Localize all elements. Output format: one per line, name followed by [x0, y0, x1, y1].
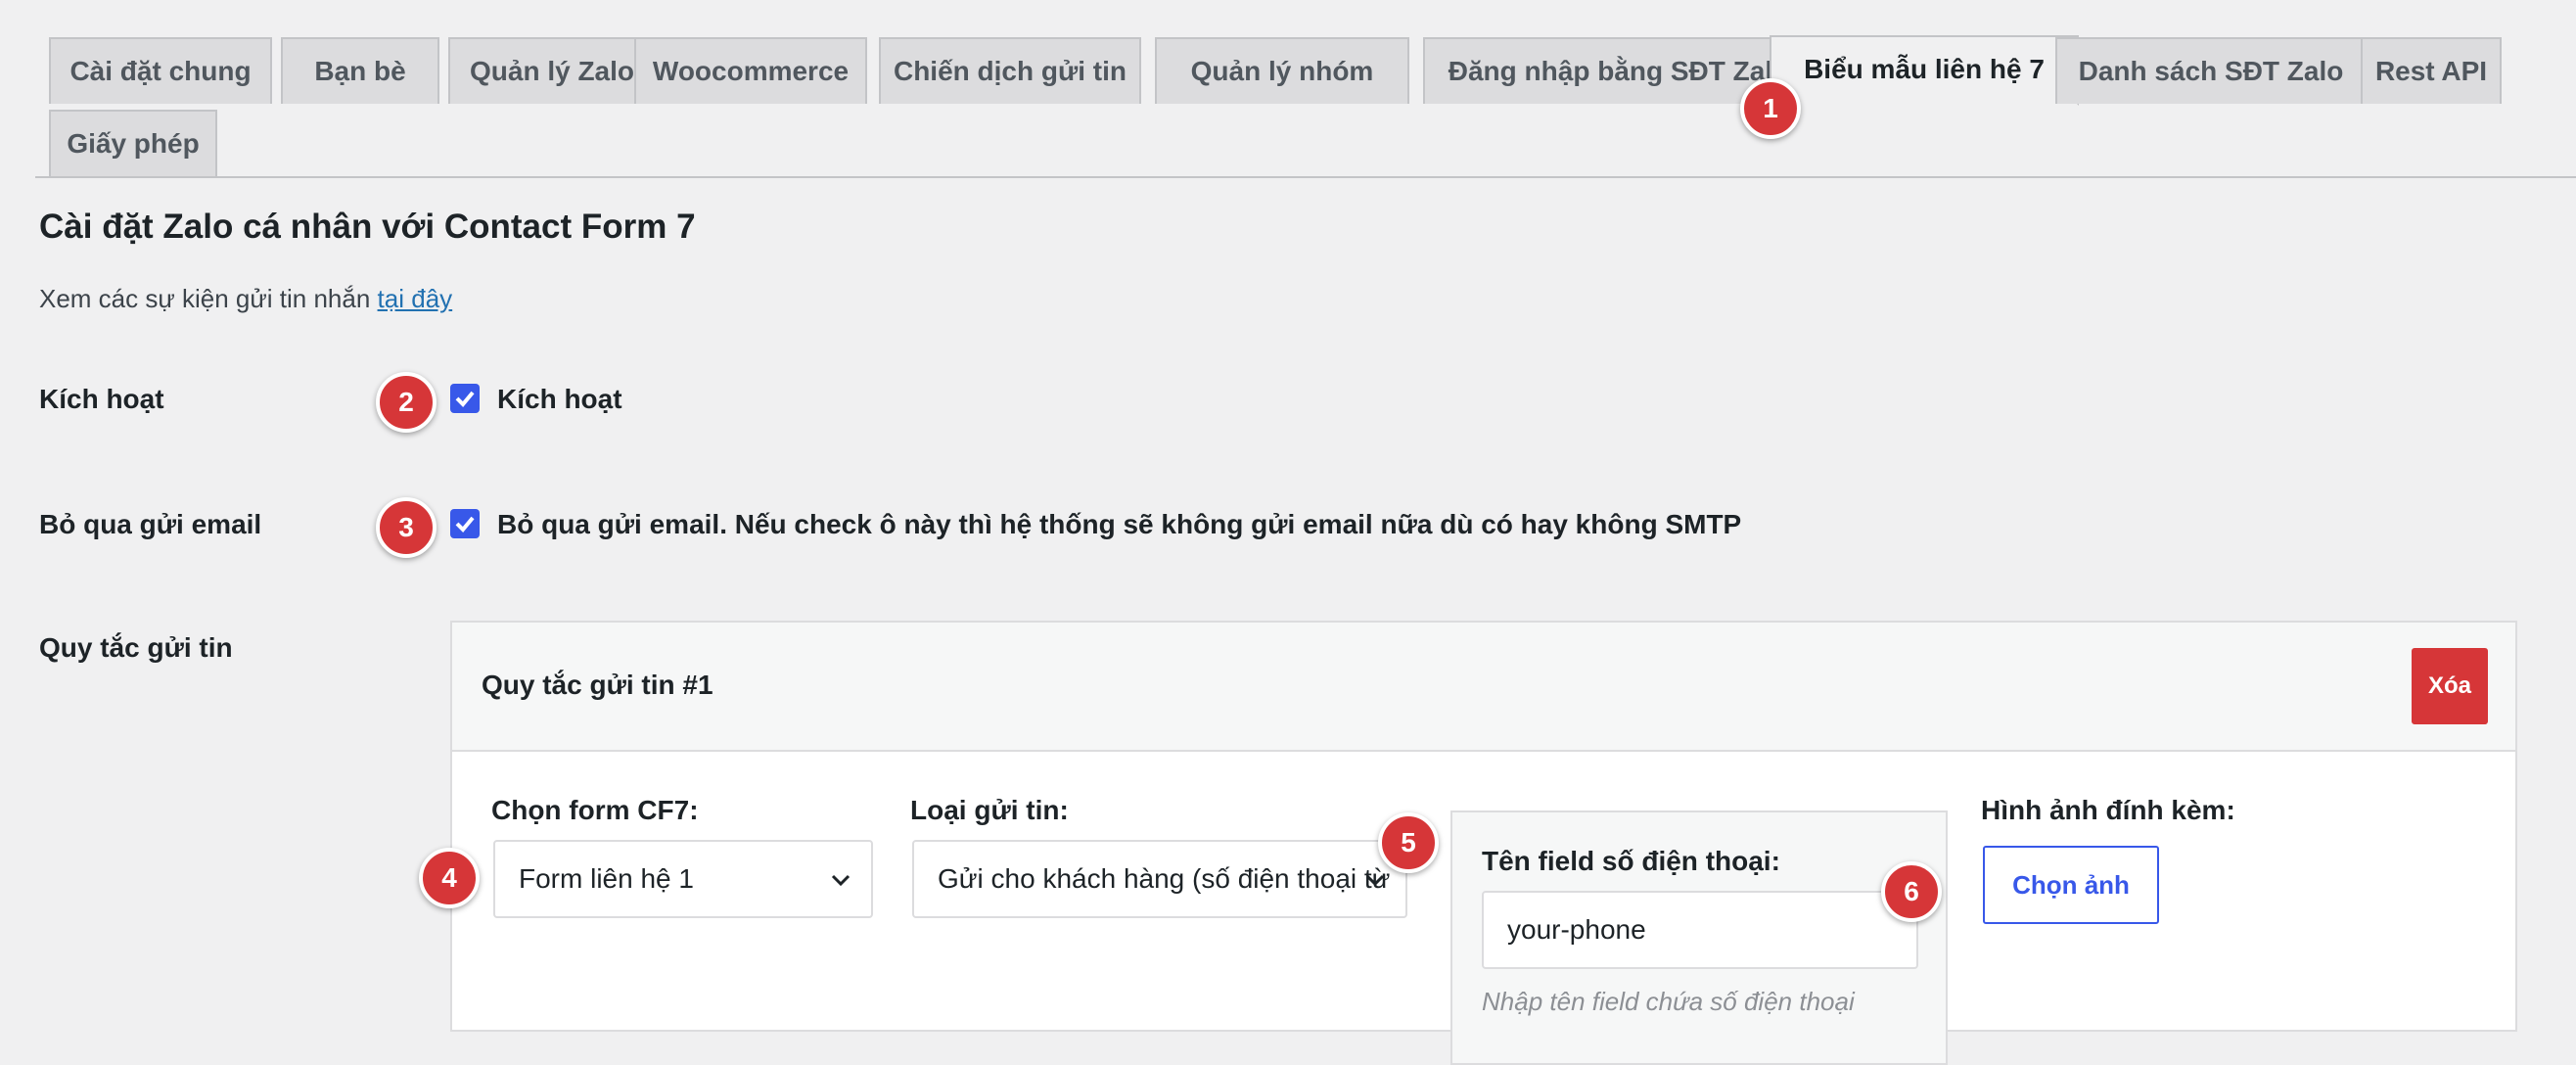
phone-field-input[interactable]: your-phone [1482, 891, 1918, 969]
delete-rule-button[interactable]: Xóa [2412, 648, 2488, 724]
form-select[interactable]: Form liên hệ 1 [493, 840, 873, 918]
chevron-down-icon [831, 874, 851, 887]
form-select-label: Chọn form CF7: [491, 795, 699, 825]
step-badge-6: 6 [1881, 861, 1942, 922]
activate-row-label: Kích hoạt [39, 384, 164, 414]
activate-checkbox[interactable] [450, 384, 480, 413]
phone-field-hint: Nhập tên field chứa số điện thoại [1482, 987, 1855, 1016]
phone-field-box: Tên field số điện thoại: your-phone Nhập… [1450, 810, 1948, 1065]
checkmark-icon [455, 391, 475, 407]
tab-woocommerce[interactable]: Woocommerce [634, 37, 867, 104]
step-badge-1: 1 [1740, 78, 1801, 139]
rule-title: Quy tắc gửi tin #1 [482, 670, 713, 700]
page-description: Xem các sự kiện gửi tin nhắn tại đây [39, 284, 452, 314]
activate-checkbox-label[interactable]: Kích hoạt [497, 384, 622, 415]
tab-general-settings[interactable]: Cài đặt chung [49, 37, 272, 104]
rule-panel-header: Quy tắc gửi tin #1 Xóa [452, 623, 2515, 752]
skip-email-checkbox-label[interactable]: Bỏ qua gửi email. Nếu check ô này thì hệ… [497, 509, 1741, 540]
send-type-value: Gửi cho khách hàng (số điện thoại từ [938, 863, 1391, 894]
skip-email-checkbox[interactable] [450, 509, 480, 538]
tab-campaign[interactable]: Chiến dịch gửi tin [879, 37, 1141, 104]
skip-email-row-label: Bỏ qua gửi email [39, 509, 262, 539]
description-text: Xem các sự kiện gửi tin nhắn [39, 284, 371, 313]
tab-zalo-management[interactable]: Quản lý Zalo [448, 37, 656, 104]
step-badge-3: 3 [376, 497, 437, 558]
attachment-label: Hình ảnh đính kèm: [1981, 795, 2235, 825]
rule-panel: Quy tắc gửi tin #1 Xóa Chọn form CF7: Fo… [450, 621, 2517, 1065]
send-type-select[interactable]: Gửi cho khách hàng (số điện thoại từ [912, 840, 1407, 918]
step-badge-2: 2 [376, 372, 437, 433]
settings-tabs: Cài đặt chung Bạn bè Quản lý Zalo Woocom… [35, 0, 2576, 178]
page-title: Cài đặt Zalo cá nhân với Contact Form 7 [39, 208, 696, 246]
send-type-label: Loại gửi tin: [910, 795, 1069, 825]
tab-rest-api[interactable]: Rest API [2361, 37, 2502, 104]
choose-image-button[interactable]: Chọn ảnh [1983, 846, 2159, 924]
tab-friends[interactable]: Bạn bè [281, 37, 439, 104]
rules-row-label: Quy tắc gửi tin [39, 632, 233, 663]
events-link[interactable]: tại đây [378, 284, 453, 313]
tab-zalo-phone-list[interactable]: Danh sách SĐT Zalo [2055, 37, 2367, 104]
form-select-value: Form liên hệ 1 [519, 863, 694, 894]
checkmark-icon [455, 516, 475, 532]
step-badge-4: 4 [419, 848, 480, 908]
step-badge-5: 5 [1378, 812, 1439, 873]
tab-group-management[interactable]: Quản lý nhóm [1155, 37, 1409, 104]
tab-contact-form-7[interactable]: Biểu mẫu liên hệ 7 [1770, 35, 2079, 106]
phone-field-label: Tên field số điện thoại: [1482, 846, 1780, 876]
chevron-down-icon [1365, 874, 1385, 887]
tab-license[interactable]: Giấy phép [49, 110, 217, 176]
